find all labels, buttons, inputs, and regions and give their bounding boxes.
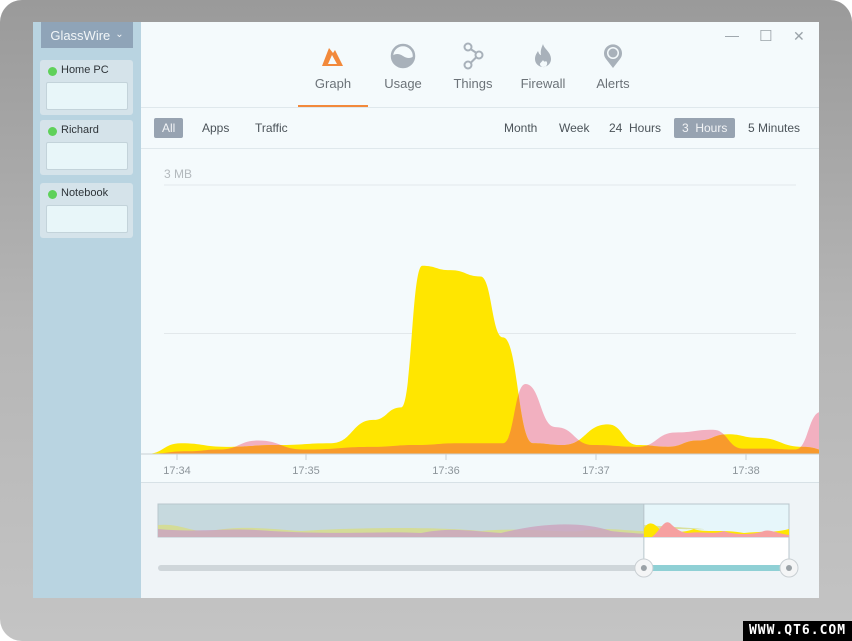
device-card-notebook[interactable]: Notebook xyxy=(40,183,133,238)
handle-grip-icon xyxy=(640,565,647,571)
watermark: WWW.QT6.COM xyxy=(743,621,852,641)
tab-label: Graph xyxy=(314,76,352,91)
glasswire-window: GlassWire ⌄ Home PC Richard Notebook — ☐… xyxy=(33,22,819,598)
chevron-down-icon: ⌄ xyxy=(115,28,124,40)
filter-apps[interactable]: Apps xyxy=(194,118,237,138)
traffic-chart-svg: 17:34 17:35 17:36 17:37 17:38 xyxy=(141,184,819,477)
main-nav: Graph Usage Things Firewall Alerts xyxy=(298,42,648,107)
device-mini-graph xyxy=(46,82,128,110)
device-name: Richard xyxy=(61,124,99,136)
device-mini-graph xyxy=(46,205,128,233)
device-card-richard[interactable]: Richard xyxy=(40,120,133,175)
tab-alerts[interactable]: Alerts xyxy=(578,42,648,107)
timeline-selected-track[interactable] xyxy=(643,565,789,571)
range-5-minutes[interactable]: 5 Minutes xyxy=(740,118,808,138)
tab-label: Alerts xyxy=(596,76,630,91)
x-tick-label: 17:35 xyxy=(292,465,320,477)
y-axis-max-label: 3 MB xyxy=(164,167,193,181)
x-tick-label: 17:38 xyxy=(732,465,760,477)
timeline-selection-window xyxy=(643,536,790,569)
filter-traffic[interactable]: Traffic xyxy=(247,118,296,138)
timeline-panel xyxy=(141,482,819,598)
range-month[interactable]: Month xyxy=(496,118,545,138)
device-mini-graph xyxy=(46,142,128,170)
things-icon xyxy=(461,42,485,70)
graph-icon xyxy=(321,42,345,70)
brand-menu-button[interactable]: GlassWire ⌄ xyxy=(41,22,133,48)
timeline-track[interactable] xyxy=(158,565,644,571)
alerts-icon xyxy=(602,42,624,70)
range-3-hours[interactable]: 3 Hours xyxy=(674,118,736,138)
tab-usage[interactable]: Usage xyxy=(368,42,438,107)
series-incoming-area xyxy=(146,265,819,454)
tab-things[interactable]: Things xyxy=(438,42,508,107)
filter-bar: All Apps Traffic Month Week 24 Hours 3 H… xyxy=(141,108,819,148)
firewall-icon xyxy=(532,42,554,70)
filter-all[interactable]: All xyxy=(154,118,184,138)
device-name: Home PC xyxy=(61,64,109,76)
usage-icon xyxy=(390,42,416,70)
close-button[interactable]: ✕ xyxy=(793,28,805,45)
timeline-svg xyxy=(157,503,799,578)
x-tick-label: 17:34 xyxy=(163,465,191,477)
status-online-icon xyxy=(48,67,57,76)
main-panel: — ☐ ✕ Graph Usage Things Firewall Alerts… xyxy=(141,22,819,598)
device-card-home-pc[interactable]: Home PC xyxy=(40,60,133,115)
status-online-icon xyxy=(48,190,57,199)
tab-label: Usage xyxy=(384,76,422,91)
device-name: Notebook xyxy=(61,187,109,199)
minimize-button[interactable]: — xyxy=(725,27,739,43)
brand-label: GlassWire xyxy=(50,27,111,43)
status-online-icon xyxy=(48,127,57,136)
traffic-graph[interactable]: 3 MB 17:34 17:35 17:36 17:37 17:38 xyxy=(141,149,819,482)
tab-graph[interactable]: Graph xyxy=(298,42,368,107)
tab-firewall[interactable]: Firewall xyxy=(508,42,578,107)
tab-label: Things xyxy=(453,76,493,91)
handle-grip-icon xyxy=(786,565,792,571)
x-tick-label: 17:36 xyxy=(432,465,460,477)
range-week[interactable]: Week xyxy=(551,118,597,138)
tab-label: Firewall xyxy=(520,76,566,91)
maximize-button[interactable]: ☐ xyxy=(759,27,772,45)
range-24-hours[interactable]: 24 Hours xyxy=(601,118,669,138)
sidebar: GlassWire ⌄ Home PC Richard Notebook xyxy=(33,22,141,598)
x-tick-label: 17:37 xyxy=(582,465,610,477)
